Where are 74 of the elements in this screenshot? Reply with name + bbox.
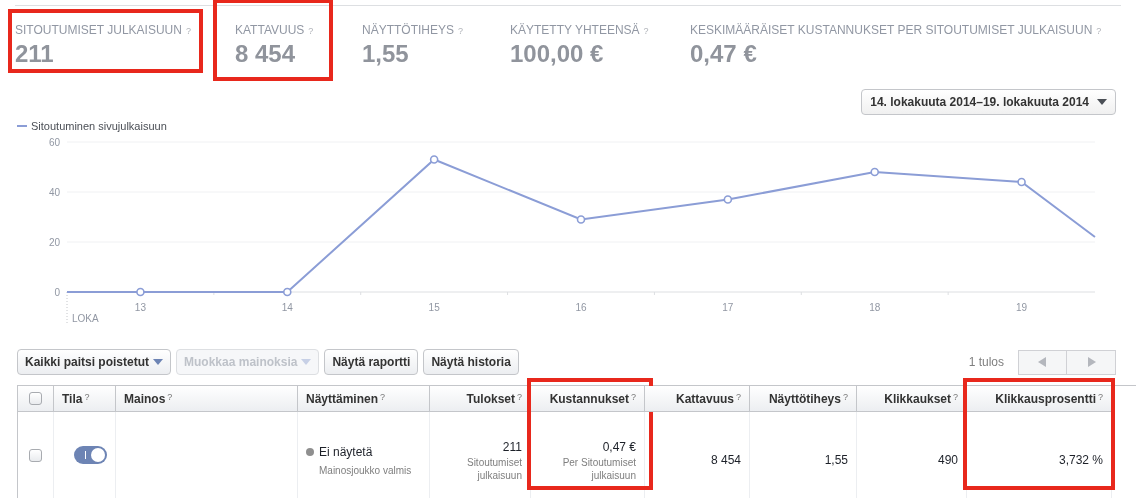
cell-value: 211	[502, 439, 522, 456]
help-mark[interactable]: ?	[736, 391, 741, 405]
x-tick-label: 19	[1016, 302, 1028, 313]
y-tick-label: 0	[54, 287, 60, 298]
help-mark[interactable]: ?	[380, 391, 386, 405]
stat-label: KESKIMÄÄRÄISET KUSTANNUKSET PER SITOUTUMISET JULKAISUUN	[690, 22, 1093, 39]
toolbar-button[interactable]: Näytä raportti	[324, 349, 419, 375]
data-point	[283, 287, 292, 297]
column-header[interactable]: Tila	[62, 389, 83, 408]
help-mark[interactable]: ?	[631, 391, 636, 405]
data-point	[576, 215, 586, 224]
y-tick-label: 40	[48, 187, 60, 198]
stat-label: SITOUTUMISET JULKAISUUN	[15, 22, 182, 39]
checkbox[interactable]	[29, 448, 42, 462]
cell-value: 8 454	[710, 452, 741, 469]
x-tick-label: 18	[869, 302, 881, 313]
stat-label: KATTAVUUS	[235, 22, 305, 39]
cell-value: 0,47 €	[602, 439, 636, 456]
x-tick-label: 13	[134, 302, 146, 313]
status-detail: Mainosjoukko valmis	[319, 463, 412, 478]
stat-value: 0,47 €	[690, 39, 758, 69]
column-header[interactable]: Klikkaukset	[884, 389, 951, 408]
previous-page-button[interactable]	[1018, 349, 1067, 375]
cell-note: Per Sitoutumiset julkaisuun	[561, 456, 636, 482]
help-mark[interactable]: ?	[84, 391, 90, 405]
stat-label: KÄYTETTY YHTEENSÄ	[510, 22, 640, 39]
toolbar-button[interactable]: Kaikki paitsi poistetut	[17, 349, 172, 375]
help-mark[interactable]: ?	[1098, 391, 1103, 405]
column-header[interactable]: Tulokset	[466, 389, 515, 408]
caret-icon	[153, 359, 164, 365]
x-tick-label: 15	[428, 302, 440, 313]
data-point	[136, 287, 145, 297]
caret-icon	[1097, 99, 1107, 105]
next-page-button[interactable]	[1067, 349, 1116, 375]
cell-value: 490	[937, 452, 958, 469]
cell-note: Sitoutumiset julkaisuun	[465, 456, 522, 482]
data-point	[429, 155, 439, 164]
stat-value: 100,00 €	[510, 39, 605, 69]
column-header[interactable]: Mainos	[124, 389, 166, 408]
data-point	[723, 195, 733, 204]
caret-icon	[301, 359, 312, 365]
stat-value: 211	[15, 39, 55, 69]
help-mark[interactable]: ?	[167, 391, 173, 405]
stat-value: 1,55	[362, 39, 410, 69]
data-point	[870, 167, 879, 177]
help-mark[interactable]: ?	[843, 391, 848, 405]
checkbox[interactable]	[29, 392, 42, 405]
y-tick-label: 60	[48, 137, 60, 148]
cell-value: 1,55	[824, 452, 848, 469]
data-point	[1017, 177, 1026, 187]
help-mark[interactable]: ?	[517, 391, 522, 405]
legend-label: Sitoutuminen sivujulkaisuun	[31, 118, 167, 134]
column-header[interactable]: Näyttötiheys	[768, 389, 841, 408]
x-tick-label: 17	[722, 302, 734, 313]
toggle-switch[interactable]	[74, 446, 107, 464]
toolbar-button: Muokkaa mainoksia	[176, 349, 320, 375]
result-count: 1 tulos	[968, 354, 1004, 371]
toolbar-button[interactable]: Näytä historia	[423, 349, 519, 375]
x-tick-label: 14	[281, 302, 293, 313]
month-label: LOKA	[72, 313, 99, 324]
help-mark[interactable]: ?	[953, 391, 958, 405]
left-triangle-icon	[1038, 357, 1047, 367]
x-tick-label: 16	[575, 302, 587, 313]
cell-value: 3,732 %	[1058, 452, 1103, 469]
column-header[interactable]: Klikkausprosentti	[995, 389, 1096, 408]
column-header[interactable]: Näyttäminen	[306, 389, 379, 408]
y-tick-label: 20	[48, 237, 60, 248]
date-range-dropdown[interactable]: 14. lokakuuta 2014–19. lokakuuta 2014	[861, 89, 1116, 115]
stat-label: NÄYTTÖTIHEYS	[362, 22, 454, 39]
status-text: Ei näytetä	[319, 443, 373, 461]
right-triangle-icon	[1086, 357, 1096, 367]
stat-value: 8 454	[235, 39, 297, 69]
column-header[interactable]: Kattavuus	[675, 389, 734, 408]
column-header[interactable]: Kustannukset	[549, 389, 629, 408]
